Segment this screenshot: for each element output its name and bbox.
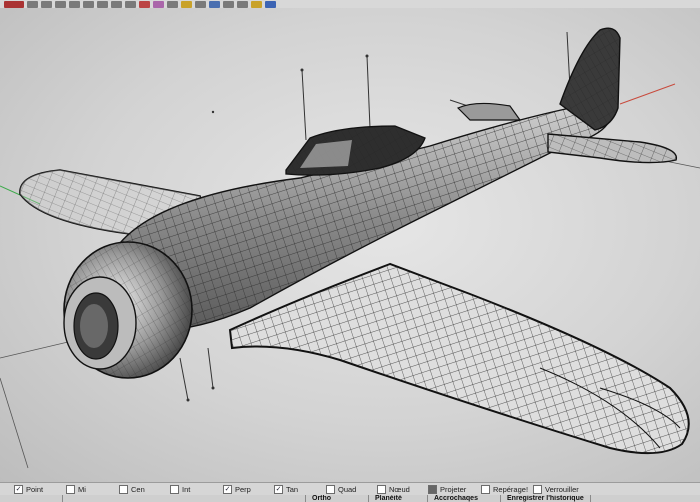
record-history-button[interactable]: Enregistrer l'historique: [501, 495, 591, 502]
osnap-10[interactable]: Verrouiller: [533, 484, 593, 494]
zoom-icon[interactable]: [97, 0, 108, 8]
control-handle: [301, 69, 307, 141]
vertical-axis: [0, 377, 29, 469]
osnap-toggle-button[interactable]: Accrochaqes: [428, 495, 501, 502]
command-toolbar: [0, 0, 700, 8]
osnap-checkbox[interactable]: [481, 484, 490, 494]
osnap-label: Repérage!: [493, 484, 529, 494]
standard-icon[interactable]: [4, 0, 24, 8]
info-icon[interactable]: [265, 0, 276, 8]
osnap-1[interactable]: Mi: [66, 484, 119, 494]
osnap-checkbox[interactable]: [428, 484, 437, 494]
osnap-checkbox[interactable]: [66, 484, 75, 494]
undo-icon[interactable]: [27, 0, 38, 8]
osnap-checkbox[interactable]: [533, 484, 542, 494]
ortho-button[interactable]: Ortho: [306, 495, 369, 502]
osnap-label: Mi: [78, 484, 86, 494]
planarity-button[interactable]: Planéité: [369, 495, 428, 502]
zoom-extents-icon[interactable]: [125, 0, 136, 8]
osnap-checkbox[interactable]: [274, 484, 283, 494]
osnap-label: Cen: [131, 484, 145, 494]
material-icon[interactable]: [167, 0, 178, 8]
color-icon[interactable]: [139, 0, 150, 8]
engine-cowling: [63, 241, 193, 379]
osnap-6[interactable]: Quad: [326, 484, 377, 494]
osnap-0[interactable]: Point: [0, 484, 66, 494]
osnap-label: Nœud: [389, 484, 410, 494]
arrow-icon[interactable]: [41, 0, 52, 8]
layer-icon[interactable]: [251, 0, 262, 8]
osnap-checkbox[interactable]: [14, 484, 23, 494]
osnap-checkbox[interactable]: [377, 484, 386, 494]
rotate-icon[interactable]: [83, 0, 94, 8]
osnap-label: Int: [182, 484, 191, 494]
render-icon[interactable]: [153, 0, 164, 8]
perspective-viewport[interactable]: [0, 8, 700, 482]
control-handle: [179, 357, 189, 401]
osnap-bar: Point Mi Cen Int Perp Tan Quad Nœud Projeter Repé…: [0, 482, 700, 495]
osnap-checkbox[interactable]: [223, 484, 232, 494]
status-bar: Ortho Planéité Accrochaqes Enregistrer l…: [0, 495, 700, 502]
osnap-5[interactable]: Tan: [274, 484, 326, 494]
osnap-label: Tan: [286, 484, 299, 494]
osnap-label: Point: [26, 484, 44, 494]
osnap-label: Verrouiller: [545, 484, 579, 494]
control-handle: [207, 347, 214, 389]
shade-icon[interactable]: [195, 0, 206, 8]
osnap-2[interactable]: Cen: [119, 484, 170, 494]
control-handle: [366, 55, 371, 129]
osnap-checkbox[interactable]: [119, 484, 128, 494]
osnap-8[interactable]: Projeter: [428, 484, 481, 494]
osnap-9[interactable]: Repérage!: [481, 484, 533, 494]
osnap-label: Projeter: [440, 484, 467, 494]
light-icon[interactable]: [181, 0, 192, 8]
move-icon[interactable]: [55, 0, 66, 8]
osnap-4[interactable]: Perp: [223, 484, 274, 494]
osnap-7[interactable]: Nœud: [377, 484, 428, 494]
osnap-label: Quad: [338, 484, 357, 494]
status-seg-2[interactable]: [63, 495, 306, 502]
osnap-label: Perp: [235, 484, 251, 494]
osnap-checkbox[interactable]: [326, 484, 335, 494]
status-seg-1[interactable]: [0, 495, 63, 502]
zoom-window-icon[interactable]: [111, 0, 122, 8]
left-stabilizer: [456, 102, 522, 121]
pan-icon[interactable]: [69, 0, 80, 8]
x-axis-red: [619, 83, 676, 105]
osnap-3[interactable]: Int: [170, 484, 223, 494]
model-canvas: [0, 27, 700, 469]
osnap-checkbox[interactable]: [170, 484, 179, 494]
lock-icon[interactable]: [237, 0, 248, 8]
sphere-icon[interactable]: [209, 0, 220, 8]
grid-icon[interactable]: [223, 0, 234, 8]
